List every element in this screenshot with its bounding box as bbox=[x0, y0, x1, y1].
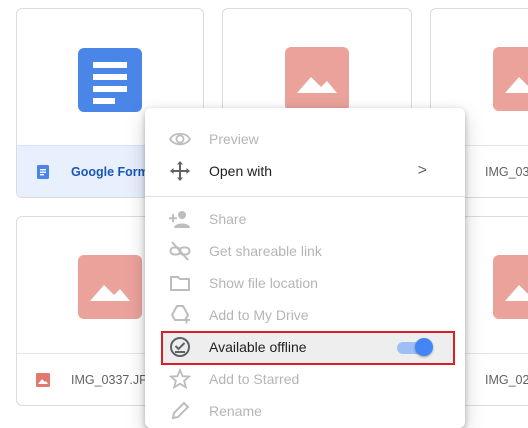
menu-item-preview[interactable]: Preview bbox=[145, 123, 465, 155]
menu-item-label: Share bbox=[209, 211, 247, 227]
drive-add-icon bbox=[169, 304, 191, 326]
eye-icon bbox=[169, 128, 191, 150]
folder-icon bbox=[169, 272, 191, 294]
menu-item-label: Add to Starred bbox=[209, 371, 300, 387]
menu-item-rename[interactable]: Rename bbox=[145, 395, 465, 427]
highlight-annotation-box bbox=[161, 331, 455, 365]
docs-icon bbox=[35, 164, 51, 180]
context-menu: Preview Open with > Share Get shareable … bbox=[145, 108, 465, 428]
menu-item-label: Rename bbox=[209, 403, 262, 419]
star-icon bbox=[169, 368, 191, 390]
menu-item-add-to-my-drive[interactable]: Add to My Drive bbox=[145, 299, 465, 331]
image-thumbnail-icon bbox=[493, 255, 528, 319]
menu-item-share[interactable]: Share bbox=[145, 203, 465, 235]
menu-item-label: Add to My Drive bbox=[209, 307, 309, 323]
menu-item-add-to-starred[interactable]: Add to Starred bbox=[145, 363, 465, 395]
link-icon bbox=[169, 240, 191, 262]
menu-item-open-with[interactable]: Open with > bbox=[145, 155, 465, 187]
image-thumbnail-icon bbox=[78, 255, 142, 319]
docs-thumbnail-icon bbox=[78, 48, 142, 112]
image-thumbnail-icon bbox=[285, 47, 349, 111]
pencil-icon bbox=[169, 400, 191, 422]
chevron-right-icon: > bbox=[417, 162, 427, 179]
menu-item-label: Open with bbox=[209, 163, 273, 179]
menu-item-label: Preview bbox=[209, 131, 259, 147]
image-thumbnail-icon bbox=[493, 47, 528, 111]
menu-item-label: Show file location bbox=[209, 275, 318, 291]
menu-item-show-file-location[interactable]: Show file location bbox=[145, 267, 465, 299]
move-arrows-icon bbox=[169, 160, 191, 182]
image-icon bbox=[35, 372, 51, 388]
file-name: Google Forms bbox=[71, 164, 156, 179]
add-person-icon bbox=[169, 208, 191, 230]
file-name: IMG_0337.JP bbox=[71, 372, 148, 387]
file-name: IMG_02 bbox=[485, 372, 528, 387]
menu-item-get-shareable-link[interactable]: Get shareable link bbox=[145, 235, 465, 267]
file-name: IMG_0337 bbox=[485, 164, 528, 179]
menu-item-label: Get shareable link bbox=[209, 243, 322, 259]
menu-divider bbox=[145, 196, 465, 197]
